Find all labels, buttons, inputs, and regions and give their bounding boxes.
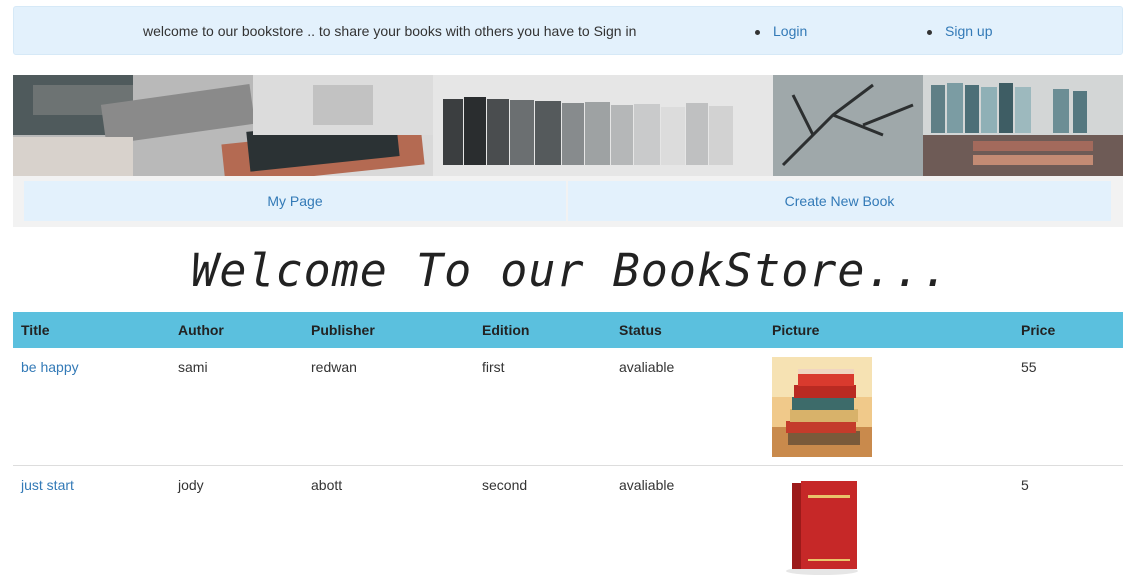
table-row: be happy sami redwan first avaliable 55: [13, 348, 1123, 465]
column-header-price: Price: [1013, 312, 1123, 348]
book-price: 55: [1021, 359, 1037, 375]
book-edition: first: [482, 359, 505, 375]
book-status: avaliable: [611, 464, 764, 579]
books-table: Title Author Publisher Edition Status Pi…: [13, 312, 1123, 579]
book-title-link[interactable]: just start: [21, 477, 74, 493]
column-header-author: Author: [170, 312, 303, 348]
book-author: sami: [178, 359, 208, 375]
tab-create-new-book[interactable]: Create New Book: [568, 181, 1111, 221]
tab-my-page[interactable]: My Page: [24, 181, 566, 221]
column-header-picture: Picture: [764, 312, 1013, 348]
book-price: 5: [1013, 464, 1123, 579]
column-header-status: Status: [611, 312, 764, 348]
book-status: avaliable: [619, 359, 675, 375]
signup-link[interactable]: Sign up: [926, 23, 992, 39]
column-header-title: Title: [13, 312, 170, 348]
banner-collage-image: [13, 75, 1123, 176]
page-title: Welcome To our BookStore...: [191, 244, 950, 297]
book-publisher: abott: [303, 464, 474, 579]
book-stack-image: [772, 357, 872, 457]
red-book-image: [772, 474, 872, 575]
table-row: just start jody abott second avaliable 5: [13, 464, 1123, 579]
column-header-edition: Edition: [474, 312, 611, 348]
table-header-row: Title Author Publisher Edition Status Pi…: [13, 312, 1123, 348]
login-link[interactable]: Login: [754, 23, 807, 39]
book-author: jody: [170, 464, 303, 579]
book-title-link[interactable]: be happy: [21, 359, 79, 375]
book-edition: second: [474, 464, 611, 579]
nav-tabs: My Page Create New Book: [13, 176, 1123, 227]
top-bar: welcome to our bookstore .. to share you…: [13, 6, 1123, 55]
book-publisher: redwan: [311, 359, 357, 375]
welcome-message: welcome to our bookstore .. to share you…: [143, 23, 637, 39]
banner-image: [13, 75, 1123, 176]
column-header-publisher: Publisher: [303, 312, 474, 348]
